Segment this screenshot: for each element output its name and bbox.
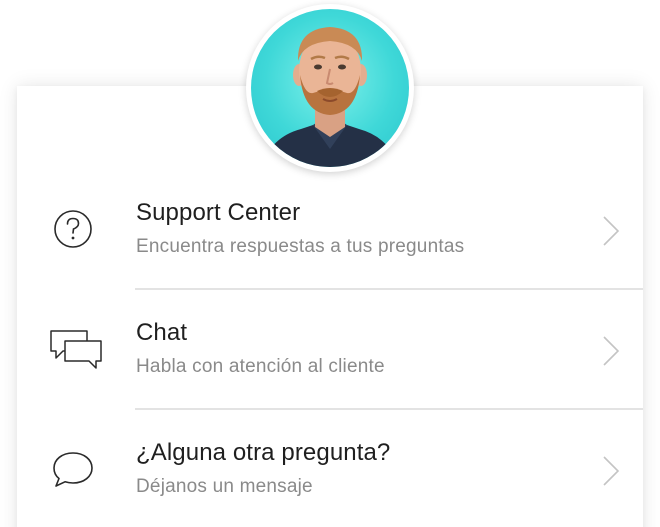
menu-item-other-question[interactable]: ¿Alguna otra pregunta? Déjanos un mensaj… bbox=[17, 409, 643, 527]
question-circle-icon bbox=[49, 207, 97, 251]
menu-item-title: Chat bbox=[136, 319, 188, 346]
menu-item-subtitle: Encuentra respuestas a tus preguntas bbox=[136, 236, 465, 257]
menu-item-support-center[interactable]: Support Center Encuentra respuestas a tu… bbox=[17, 169, 643, 289]
agent-avatar bbox=[246, 4, 414, 172]
chevron-right-icon bbox=[601, 215, 621, 247]
help-panel: Support Center Encuentra respuestas a tu… bbox=[0, 0, 660, 527]
chat-bubbles-icon bbox=[49, 327, 102, 371]
menu-item-title: ¿Alguna otra pregunta? bbox=[136, 439, 391, 466]
menu-item-title: Support Center bbox=[136, 199, 301, 226]
agent-photo bbox=[251, 9, 409, 167]
chevron-right-icon bbox=[601, 335, 621, 367]
menu-item-subtitle: Habla con atención al cliente bbox=[136, 356, 385, 377]
speech-bubble-icon bbox=[49, 447, 97, 491]
chevron-right-icon bbox=[601, 455, 621, 487]
menu-item-subtitle: Déjanos un mensaje bbox=[136, 476, 313, 497]
menu-item-chat[interactable]: Chat Habla con atención al cliente bbox=[17, 289, 643, 409]
